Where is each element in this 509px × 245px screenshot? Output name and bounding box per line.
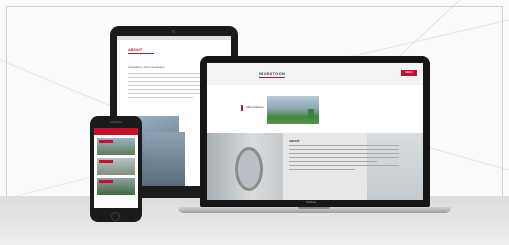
- phone-card[interactable]: [97, 138, 135, 155]
- content-title: ABOUT: [289, 139, 300, 143]
- section-label: Uber Investoon: [246, 106, 264, 109]
- devices-mockup: ABOUT Investition / Kommunikation INVEST…: [0, 0, 509, 245]
- tablet-title-underline: [128, 53, 154, 54]
- phone-speaker: [110, 121, 122, 123]
- tablet-camera: [172, 30, 175, 33]
- phone-screen: [94, 128, 138, 208]
- laptop-device: INVESTOON MENU Uber Investoon ABOUT: [200, 56, 430, 207]
- tablet-page-title: ABOUT: [128, 47, 143, 52]
- round-window: [235, 147, 263, 191]
- site-header: [207, 63, 423, 85]
- hero-photo-object: [308, 109, 314, 119]
- phone-header: [94, 128, 138, 135]
- laptop-notch: [298, 207, 330, 209]
- phone-device: [90, 116, 142, 222]
- phone-card-tag: [99, 180, 113, 183]
- phone-card-tag: [99, 160, 113, 163]
- content-paragraph: [289, 145, 399, 173]
- frame-top: [6, 6, 503, 7]
- menu-button[interactable]: MENU: [401, 70, 417, 76]
- laptop-brand: MacBook: [306, 201, 316, 204]
- site-logo[interactable]: INVESTOON: [259, 71, 285, 76]
- home-button-icon: [111, 212, 120, 221]
- phone-card[interactable]: [97, 158, 135, 175]
- laptop-screen: INVESTOON MENU Uber Investoon ABOUT: [207, 63, 423, 200]
- section-marker: [241, 105, 243, 111]
- logo-underline: [259, 77, 285, 78]
- tablet-photo-building: [145, 132, 185, 186]
- phone-card-tag: [99, 140, 113, 143]
- tablet-status-bar: [117, 36, 231, 40]
- phone-card[interactable]: [97, 178, 135, 195]
